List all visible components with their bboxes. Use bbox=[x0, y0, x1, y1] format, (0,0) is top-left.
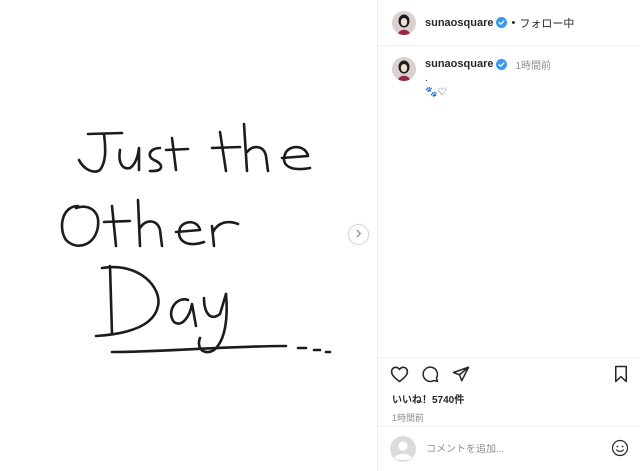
caption-comment: sunaosquare 1時間前 . 🐾♡ bbox=[378, 46, 640, 99]
post-header: sunaosquare • フォロー中 bbox=[378, 0, 640, 46]
post-side-panel: sunaosquare • フォロー中 sunaosquare 1時間前 . 🐾… bbox=[377, 0, 640, 471]
comment-author-avatar[interactable] bbox=[392, 57, 416, 81]
comment-timestamp[interactable]: 1時間前 bbox=[515, 57, 551, 72]
instagram-post: sunaosquare • フォロー中 sunaosquare 1時間前 . 🐾… bbox=[0, 0, 640, 471]
author-username[interactable]: sunaosquare bbox=[425, 17, 493, 29]
action-bar: いいね！5740件 1時間前 bbox=[378, 357, 640, 424]
action-icons bbox=[378, 358, 640, 388]
next-image-button[interactable] bbox=[348, 224, 369, 245]
handwritten-text-image bbox=[60, 122, 332, 354]
post-image[interactable] bbox=[0, 0, 377, 471]
separator-dot: • bbox=[511, 16, 516, 29]
share-button[interactable] bbox=[450, 364, 472, 386]
comment-button[interactable] bbox=[419, 364, 441, 386]
post-timestamp[interactable]: 1時間前 bbox=[378, 406, 640, 424]
following-button[interactable]: フォロー中 bbox=[519, 15, 574, 31]
caption-line-2: 🐾♡ bbox=[425, 87, 447, 98]
emoji-icon bbox=[611, 439, 629, 460]
add-comment-bar bbox=[378, 426, 640, 471]
comment-bubble-icon bbox=[421, 365, 439, 386]
verified-badge-icon bbox=[496, 58, 508, 70]
heart-icon bbox=[390, 365, 409, 386]
caption-line-1: . bbox=[425, 73, 428, 84]
chevron-right-icon bbox=[354, 229, 363, 241]
like-button[interactable] bbox=[388, 364, 410, 386]
author-avatar[interactable] bbox=[392, 10, 416, 35]
comment-username[interactable]: sunaosquare bbox=[425, 58, 493, 70]
paper-plane-icon bbox=[452, 365, 470, 386]
comment-input[interactable] bbox=[426, 443, 609, 455]
like-count[interactable]: いいね！5740件 bbox=[378, 388, 640, 406]
emoji-button[interactable] bbox=[609, 438, 631, 460]
save-button[interactable] bbox=[610, 364, 632, 386]
bookmark-icon bbox=[613, 365, 629, 386]
comment-body: sunaosquare 1時間前 . 🐾♡ bbox=[425, 57, 551, 99]
comment-header: sunaosquare 1時間前 bbox=[425, 57, 551, 72]
default-avatar-icon bbox=[390, 436, 416, 462]
verified-badge-icon bbox=[496, 17, 508, 28]
